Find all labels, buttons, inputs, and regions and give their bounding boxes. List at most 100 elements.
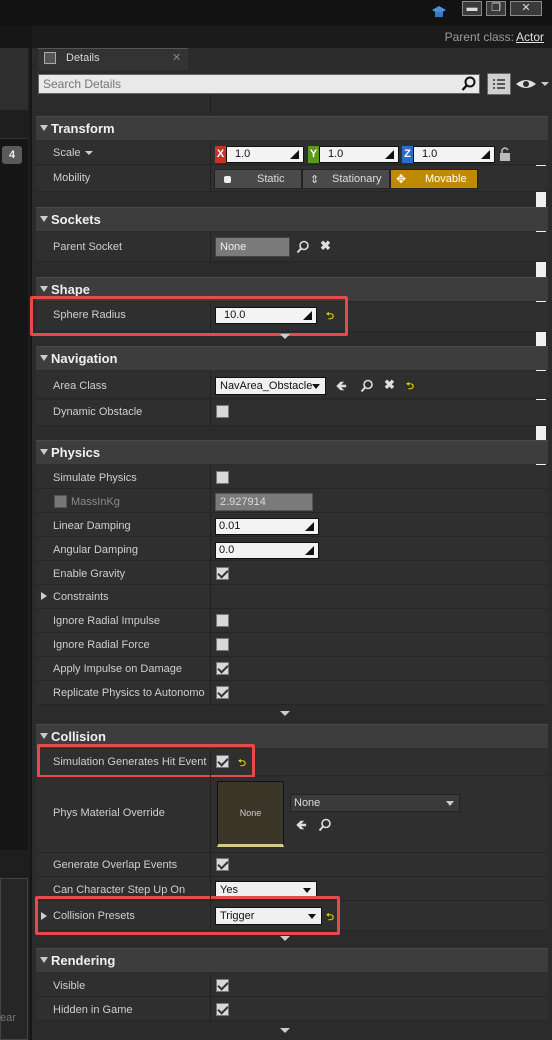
parent-class-link[interactable]: Actor [516, 30, 544, 44]
browse-icon[interactable] [318, 818, 332, 832]
enable-gravity-checkbox[interactable] [216, 567, 229, 580]
row-constraints [36, 585, 548, 609]
viewport[interactable] [0, 138, 28, 850]
hidden-in-game-checkbox[interactable] [216, 1003, 229, 1016]
mass-override-checkbox[interactable] [54, 495, 67, 508]
constraints-label[interactable]: Constraints [53, 591, 109, 603]
axis-z-label: Z [402, 146, 413, 163]
reset-to-default-icon[interactable]: ⮌ [406, 379, 414, 396]
maximize-button[interactable]: ❐ [486, 1, 506, 16]
collapse-icon [40, 286, 48, 292]
viewport-badge[interactable]: 4 [2, 146, 22, 164]
section-title: Rendering [51, 953, 116, 968]
scale-dropdown-icon[interactable] [85, 151, 93, 155]
view-options-button[interactable] [487, 73, 511, 95]
dynamic-obstacle-checkbox[interactable] [216, 405, 229, 418]
spin-icon [481, 150, 490, 159]
spin-icon [385, 150, 394, 159]
column-divider [210, 371, 211, 426]
area-class-dropdown[interactable]: NavArea_Obstacle [215, 377, 326, 395]
move-icon: ✥ [396, 172, 407, 186]
phys-material-dropdown[interactable]: None [290, 794, 460, 812]
highlight-sphere-radius [30, 296, 348, 336]
hidden-in-game-label: Hidden in Game [53, 1004, 133, 1016]
mobility-movable-button[interactable]: ✥ Movable [390, 169, 478, 189]
chevron-down-icon [446, 801, 454, 806]
search-icon[interactable] [461, 76, 477, 92]
gen-overlap-label: Generate Overlap Events [53, 859, 178, 871]
tab-label: Details [66, 52, 100, 64]
expand-advanced-icon[interactable] [280, 936, 290, 941]
use-selected-icon[interactable]: 🡸 [336, 377, 347, 399]
simulate-physics-label: Simulate Physics [53, 472, 137, 484]
replicate-physics-checkbox[interactable] [216, 686, 229, 699]
section-title: Sockets [51, 212, 101, 227]
mass-label: MassInKg [71, 496, 120, 508]
section-title: Navigation [51, 351, 118, 366]
section-title: Transform [51, 121, 115, 136]
column-divider [210, 465, 211, 705]
section-title: Physics [51, 445, 101, 460]
section-title: Collision [51, 729, 106, 744]
visible-label: Visible [53, 980, 86, 992]
ignore-radial-impulse-checkbox[interactable] [216, 614, 229, 627]
phys-material-thumbnail[interactable]: None [217, 781, 284, 847]
collapse-icon [40, 957, 48, 963]
section-transform[interactable]: Transform [36, 116, 548, 140]
phys-material-label: Phys Material Override [53, 807, 165, 819]
close-button[interactable]: ✕ [510, 1, 542, 16]
graduation-cap-icon[interactable] [431, 4, 447, 20]
highlight-sim-hit-event [37, 744, 255, 778]
collapse-icon [40, 449, 48, 455]
mobility-stationary-button[interactable]: ⇕ Stationary [302, 169, 390, 189]
scale-y-field[interactable]: 1.0 [319, 146, 399, 163]
scale-label[interactable]: Scale [53, 147, 81, 159]
minimize-button[interactable]: ▬ [462, 1, 482, 16]
collapse-icon [40, 125, 48, 131]
parent-socket-field[interactable]: None [215, 237, 290, 257]
axis-x-label: X [215, 146, 226, 163]
section-physics[interactable]: Physics [36, 440, 548, 464]
gen-overlap-checkbox[interactable] [216, 858, 229, 871]
scale-z-field[interactable]: 1.0 [413, 146, 495, 163]
expand-advanced-icon[interactable] [280, 334, 290, 339]
left-bottom-text: ear [0, 1012, 16, 1024]
spin-icon [305, 546, 314, 555]
tab-details[interactable] [38, 48, 188, 70]
mass-field: 2.927914 [215, 493, 313, 511]
stationary-icon: ⇕ [310, 174, 320, 186]
column-divider [210, 141, 211, 192]
highlight-collision-presets [35, 896, 340, 935]
scale-x-field[interactable]: 1.0 [226, 146, 304, 163]
enable-gravity-label: Enable Gravity [53, 568, 126, 580]
expand-icon[interactable] [41, 592, 47, 600]
ignore-radial-force-checkbox[interactable] [216, 638, 229, 651]
mobility-static-button[interactable]: Static [214, 169, 302, 189]
search-input[interactable] [38, 74, 480, 94]
search-icon[interactable] [296, 240, 310, 254]
browse-icon[interactable] [360, 379, 374, 393]
apply-impulse-checkbox[interactable] [216, 662, 229, 675]
visible-checkbox[interactable] [216, 979, 229, 992]
section-rendering[interactable]: Rendering [36, 948, 548, 972]
simulate-physics-checkbox[interactable] [216, 471, 229, 484]
eye-icon[interactable] [514, 74, 550, 94]
clear-icon[interactable]: ✖ [320, 238, 331, 254]
expand-advanced-icon[interactable] [280, 1028, 290, 1033]
section-navigation[interactable]: Navigation [36, 346, 548, 370]
use-selected-icon[interactable]: 🡸 [296, 816, 307, 838]
clear-icon[interactable]: ✖ [384, 377, 395, 393]
apply-impulse-label: Apply Impulse on Damage [53, 663, 183, 675]
axis-y-label: Y [308, 146, 319, 163]
column-divider [210, 95, 211, 113]
details-tab-icon [44, 52, 56, 64]
parent-class-label: Parent class: [444, 30, 514, 44]
lock-icon[interactable] [498, 146, 512, 162]
replicate-physics-label: Replicate Physics to Autonomo [53, 687, 205, 699]
expand-advanced-icon[interactable] [280, 711, 290, 716]
spin-icon [290, 150, 299, 159]
angular-damping-field[interactable]: 0.0 [215, 542, 319, 559]
linear-damping-field[interactable]: 0.01 [215, 518, 319, 535]
tab-close-icon[interactable]: ✕ [172, 51, 181, 64]
section-sockets[interactable]: Sockets [36, 207, 548, 231]
